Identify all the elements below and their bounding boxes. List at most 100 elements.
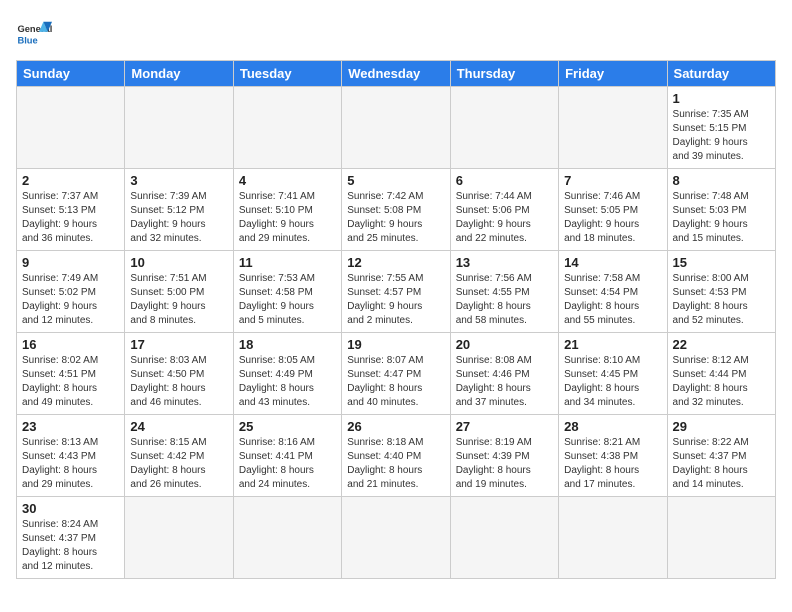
calendar-cell: 6Sunrise: 7:44 AM Sunset: 5:06 PM Daylig… (450, 169, 558, 251)
calendar-cell: 12 Sunrise: 7:55 AM Sunset: 4:57 PM Dayli… (342, 251, 450, 333)
day-info: Sunrise: 7:53 AM Sunset: 4:58 PM Dayligh… (239, 272, 336, 328)
day-number: 1 (673, 91, 770, 106)
day-number: 27 (456, 419, 553, 434)
day-info: Sunrise: 8:19 AM Sunset: 4:39 PM Dayligh… (456, 436, 553, 492)
calendar-cell: 16 Sunrise: 8:02 AM Sunset: 4:51 PM Dayli… (17, 333, 125, 415)
calendar-week-1: 1 Sunrise: 7:35 AM Sunset: 5:15 PM Daylig… (17, 87, 776, 169)
day-info: Sunrise: 7:49 AM Sunset: 5:02 PM Dayligh… (22, 272, 119, 328)
calendar-cell (450, 87, 558, 169)
day-info: Sunrise: 8:13 AM Sunset: 4:43 PM Dayligh… (22, 436, 119, 492)
day-info: Sunrise: 7:56 AM Sunset: 4:55 PM Dayligh… (456, 272, 553, 328)
calendar-cell: 19 Sunrise: 8:07 AM Sunset: 4:47 PM Dayli… (342, 333, 450, 415)
calendar-cell: 5Sunrise: 7:42 AM Sunset: 5:08 PM Daylig… (342, 169, 450, 251)
calendar-cell: 26Sunrise: 8:18 AM Sunset: 4:40 PM Dayli… (342, 415, 450, 497)
day-number: 16 (22, 337, 119, 352)
calendar-cell (17, 87, 125, 169)
calendar-cell (233, 497, 341, 579)
day-info: Sunrise: 7:48 AM Sunset: 5:03 PM Dayligh… (673, 190, 770, 246)
day-number: 15 (673, 255, 770, 270)
day-number: 21 (564, 337, 661, 352)
calendar-cell (559, 497, 667, 579)
day-info: Sunrise: 8:10 AM Sunset: 4:45 PM Dayligh… (564, 354, 661, 410)
calendar-week-5: 23 Sunrise: 8:13 AM Sunset: 4:43 PM Dayli… (17, 415, 776, 497)
calendar-cell: 28 Sunrise: 8:21 AM Sunset: 4:38 PM Dayli… (559, 415, 667, 497)
day-number: 14 (564, 255, 661, 270)
calendar: SundayMondayTuesdayWednesdayThursdayFrid… (16, 60, 776, 579)
weekday-header-sunday: Sunday (17, 61, 125, 87)
day-info: Sunrise: 8:07 AM Sunset: 4:47 PM Dayligh… (347, 354, 444, 410)
calendar-cell (667, 497, 775, 579)
calendar-cell: 11 Sunrise: 7:53 AM Sunset: 4:58 PM Dayli… (233, 251, 341, 333)
day-number: 20 (456, 337, 553, 352)
calendar-cell: 21 Sunrise: 8:10 AM Sunset: 4:45 PM Dayli… (559, 333, 667, 415)
day-info: Sunrise: 7:58 AM Sunset: 4:54 PM Dayligh… (564, 272, 661, 328)
day-info: Sunrise: 8:02 AM Sunset: 4:51 PM Dayligh… (22, 354, 119, 410)
weekday-header-row: SundayMondayTuesdayWednesdayThursdayFrid… (17, 61, 776, 87)
day-number: 18 (239, 337, 336, 352)
day-info: Sunrise: 8:15 AM Sunset: 4:42 PM Dayligh… (130, 436, 227, 492)
calendar-cell: 14 Sunrise: 7:58 AM Sunset: 4:54 PM Dayli… (559, 251, 667, 333)
day-info: Sunrise: 7:35 AM Sunset: 5:15 PM Dayligh… (673, 108, 770, 164)
calendar-cell (125, 497, 233, 579)
day-info: Sunrise: 8:16 AM Sunset: 4:41 PM Dayligh… (239, 436, 336, 492)
day-info: Sunrise: 8:22 AM Sunset: 4:37 PM Dayligh… (673, 436, 770, 492)
calendar-cell: 20 Sunrise: 8:08 AM Sunset: 4:46 PM Dayli… (450, 333, 558, 415)
day-number: 28 (564, 419, 661, 434)
weekday-header-wednesday: Wednesday (342, 61, 450, 87)
calendar-cell: 7 Sunrise: 7:46 AM Sunset: 5:05 PM Daylig… (559, 169, 667, 251)
calendar-cell: 29 Sunrise: 8:22 AM Sunset: 4:37 PM Dayli… (667, 415, 775, 497)
calendar-cell (342, 497, 450, 579)
calendar-cell (559, 87, 667, 169)
calendar-cell: 22 Sunrise: 8:12 AM Sunset: 4:44 PM Dayli… (667, 333, 775, 415)
calendar-cell: 8Sunrise: 7:48 AM Sunset: 5:03 PM Daylig… (667, 169, 775, 251)
day-info: Sunrise: 8:00 AM Sunset: 4:53 PM Dayligh… (673, 272, 770, 328)
page-header: General Blue (16, 16, 776, 52)
calendar-cell: 30 Sunrise: 8:24 AM Sunset: 4:37 PM Dayli… (17, 497, 125, 579)
weekday-header-saturday: Saturday (667, 61, 775, 87)
day-number: 6 (456, 173, 553, 188)
calendar-week-4: 16 Sunrise: 8:02 AM Sunset: 4:51 PM Dayli… (17, 333, 776, 415)
calendar-cell: 24Sunrise: 8:15 AM Sunset: 4:42 PM Dayli… (125, 415, 233, 497)
day-info: Sunrise: 8:08 AM Sunset: 4:46 PM Dayligh… (456, 354, 553, 410)
calendar-cell: 13 Sunrise: 7:56 AM Sunset: 4:55 PM Dayli… (450, 251, 558, 333)
day-number: 3 (130, 173, 227, 188)
day-number: 19 (347, 337, 444, 352)
day-number: 25 (239, 419, 336, 434)
calendar-cell: 15 Sunrise: 8:00 AM Sunset: 4:53 PM Dayli… (667, 251, 775, 333)
calendar-cell: 2Sunrise: 7:37 AM Sunset: 5:13 PM Daylig… (17, 169, 125, 251)
weekday-header-thursday: Thursday (450, 61, 558, 87)
svg-text:Blue: Blue (17, 35, 37, 45)
day-info: Sunrise: 8:24 AM Sunset: 4:37 PM Dayligh… (22, 518, 119, 574)
day-number: 12 (347, 255, 444, 270)
day-number: 7 (564, 173, 661, 188)
day-info: Sunrise: 8:21 AM Sunset: 4:38 PM Dayligh… (564, 436, 661, 492)
calendar-cell (125, 87, 233, 169)
day-info: Sunrise: 7:55 AM Sunset: 4:57 PM Dayligh… (347, 272, 444, 328)
calendar-cell: 3Sunrise: 7:39 AM Sunset: 5:12 PM Daylig… (125, 169, 233, 251)
calendar-week-6: 30 Sunrise: 8:24 AM Sunset: 4:37 PM Dayli… (17, 497, 776, 579)
day-number: 26 (347, 419, 444, 434)
calendar-cell: 27 Sunrise: 8:19 AM Sunset: 4:39 PM Dayli… (450, 415, 558, 497)
calendar-cell: 9 Sunrise: 7:49 AM Sunset: 5:02 PM Daylig… (17, 251, 125, 333)
day-number: 29 (673, 419, 770, 434)
day-number: 23 (22, 419, 119, 434)
day-number: 22 (673, 337, 770, 352)
day-number: 11 (239, 255, 336, 270)
calendar-week-2: 2Sunrise: 7:37 AM Sunset: 5:13 PM Daylig… (17, 169, 776, 251)
day-info: Sunrise: 7:42 AM Sunset: 5:08 PM Dayligh… (347, 190, 444, 246)
day-number: 10 (130, 255, 227, 270)
calendar-cell: 1 Sunrise: 7:35 AM Sunset: 5:15 PM Daylig… (667, 87, 775, 169)
day-number: 30 (22, 501, 119, 516)
day-number: 4 (239, 173, 336, 188)
calendar-cell (233, 87, 341, 169)
day-info: Sunrise: 7:46 AM Sunset: 5:05 PM Dayligh… (564, 190, 661, 246)
calendar-week-3: 9 Sunrise: 7:49 AM Sunset: 5:02 PM Daylig… (17, 251, 776, 333)
weekday-header-tuesday: Tuesday (233, 61, 341, 87)
day-info: Sunrise: 7:41 AM Sunset: 5:10 PM Dayligh… (239, 190, 336, 246)
calendar-cell: 4 Sunrise: 7:41 AM Sunset: 5:10 PM Daylig… (233, 169, 341, 251)
day-number: 13 (456, 255, 553, 270)
day-number: 9 (22, 255, 119, 270)
day-info: Sunrise: 8:12 AM Sunset: 4:44 PM Dayligh… (673, 354, 770, 410)
calendar-cell: 25 Sunrise: 8:16 AM Sunset: 4:41 PM Dayli… (233, 415, 341, 497)
day-info: Sunrise: 8:03 AM Sunset: 4:50 PM Dayligh… (130, 354, 227, 410)
